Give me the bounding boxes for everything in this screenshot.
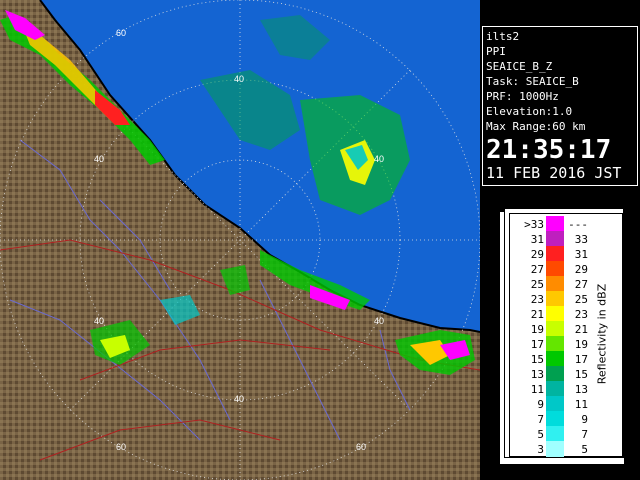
legend-row-high: 13 <box>574 383 588 396</box>
legend-row: 27 29 <box>510 261 588 277</box>
legend-swatch <box>546 231 564 247</box>
range-label: 40 <box>374 154 384 164</box>
legend-row-high: 29 <box>574 263 588 276</box>
legend-row-low: 13 <box>530 368 544 381</box>
range-label: 40 <box>94 316 104 326</box>
scan-info-panel: ilts2 PPI SEAICE_B_Z Task: SEAICE_B PRF:… <box>482 26 638 186</box>
legend-row-high: 31 <box>574 248 588 261</box>
reflectivity-legend: >33 --- 31 33 29 31 27 29 25 27 23 25 21 23 19 21 17 19 15… <box>504 208 624 458</box>
legend-row-low: 19 <box>530 323 544 336</box>
legend-swatch <box>546 441 564 457</box>
legend-row-high: 9 <box>581 413 588 426</box>
legend-row: 17 19 <box>510 336 588 352</box>
legend-swatch <box>546 321 564 337</box>
legend-swatch <box>546 396 564 412</box>
legend-swatch <box>546 381 564 397</box>
legend-body: >33 --- 31 33 29 31 27 29 25 27 23 25 21 23 19 21 17 19 15… <box>509 213 623 457</box>
legend-row-high: 27 <box>574 278 588 291</box>
legend-row-low: 25 <box>530 278 544 291</box>
legend-row: 19 21 <box>510 321 588 337</box>
task-name: Task: SEAICE_B <box>486 75 579 88</box>
legend-row-low: 21 <box>530 308 544 321</box>
legend-swatch <box>546 411 564 427</box>
legend-row-high: 7 <box>581 428 588 441</box>
legend-row-high: --- <box>568 218 588 231</box>
legend-swatch <box>546 426 564 442</box>
legend-row-high: 15 <box>574 368 588 381</box>
max-range-value: Max Range:60 km <box>486 120 586 133</box>
legend-swatch <box>546 306 564 322</box>
legend-row: 31 33 <box>510 231 588 247</box>
legend-swatch <box>546 261 564 277</box>
legend-swatch <box>546 336 564 352</box>
legend-row-low: 3 <box>537 443 544 456</box>
legend-unit-label: Reflectivity in dBZ <box>595 283 609 385</box>
scan-time: 21:35:17 <box>486 135 612 165</box>
legend-row-high: 19 <box>574 338 588 351</box>
legend-row: 23 25 <box>510 291 588 307</box>
legend-row-low: 9 <box>537 398 544 411</box>
legend-swatch <box>546 246 564 262</box>
legend-row: 11 13 <box>510 381 588 397</box>
legend-row-low: 5 <box>537 428 544 441</box>
prf-value: PRF: 1000Hz <box>486 90 559 103</box>
elevation-value: Elevation:1.0 <box>486 105 573 118</box>
legend-row-low: >33 <box>524 218 544 231</box>
legend-swatch <box>546 291 564 307</box>
scan-name: SEAICE_B_Z <box>486 60 553 73</box>
range-label: 60 <box>356 442 366 452</box>
legend-row-low: 27 <box>530 263 544 276</box>
legend-row-low: 17 <box>530 338 544 351</box>
range-label: 60 <box>116 28 126 38</box>
legend-row-high: 21 <box>574 323 588 336</box>
product-type: PPI <box>486 45 506 58</box>
legend-row: 13 15 <box>510 366 588 382</box>
legend-row-high: 25 <box>574 293 588 306</box>
legend-row-low: 15 <box>530 353 544 366</box>
station-name: ilts2 <box>486 30 520 43</box>
legend-row-low: 31 <box>530 233 544 246</box>
scan-date: 11 FEB 2016 JST <box>486 164 622 182</box>
range-label: 40 <box>234 74 244 84</box>
range-label: 40 <box>94 154 104 164</box>
range-label: 40 <box>374 316 384 326</box>
legend-row-low: 7 <box>537 413 544 426</box>
legend-row-high: 5 <box>581 443 588 456</box>
legend-row-low: 11 <box>530 383 544 396</box>
legend-row: 21 23 <box>510 306 588 322</box>
radar-map: 60 40 40 40 40 40 40 60 60 <box>0 0 480 480</box>
legend-swatch <box>546 366 564 382</box>
range-label: 60 <box>116 442 126 452</box>
range-label: 40 <box>234 394 244 404</box>
legend-row-low: 23 <box>530 293 544 306</box>
legend-row-high: 11 <box>574 398 588 411</box>
legend-row: 57 <box>510 426 588 442</box>
legend-row-high: 23 <box>574 308 588 321</box>
legend-row: 35 <box>510 441 588 457</box>
legend-row: 25 27 <box>510 276 588 292</box>
legend-row: 9 11 <box>510 396 588 412</box>
legend-swatch <box>546 216 564 232</box>
legend-swatch <box>546 351 564 367</box>
legend-row: 79 <box>510 411 588 427</box>
legend-row-low: 29 <box>530 248 544 261</box>
legend-unit: Reflectivity in dBZ <box>592 244 612 424</box>
legend-row: 15 17 <box>510 351 588 367</box>
legend-swatch <box>546 276 564 292</box>
legend-row-high: 17 <box>574 353 588 366</box>
legend-row: >33 --- <box>510 216 588 232</box>
legend-row: 29 31 <box>510 246 588 262</box>
legend-row-high: 33 <box>574 233 588 246</box>
